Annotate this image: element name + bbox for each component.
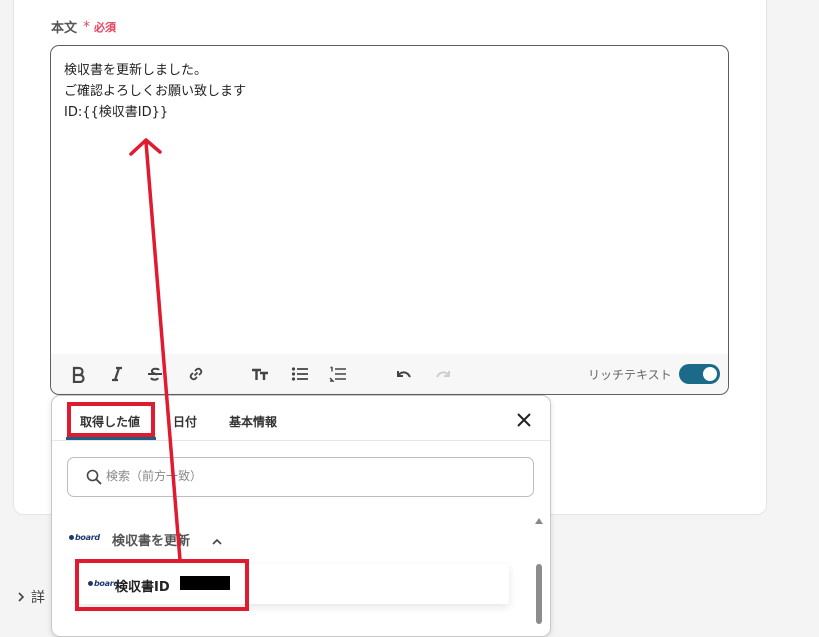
search-box [67, 457, 534, 497]
close-icon[interactable] [514, 410, 534, 430]
bullet-list-icon[interactable] [289, 363, 311, 385]
active-tab-indicator [66, 437, 156, 440]
tab-date[interactable]: 日付 [173, 413, 197, 430]
tab-basic-info[interactable]: 基本情報 [229, 413, 277, 430]
strikethrough-icon[interactable] [144, 363, 166, 385]
scrollbar[interactable] [534, 516, 544, 636]
toggle-knob [703, 367, 717, 381]
required-text: 必須 [94, 20, 117, 34]
link-icon[interactable] [185, 363, 207, 385]
chevron-up-icon[interactable] [211, 533, 223, 545]
field-label-text: 本文 [51, 21, 78, 36]
editor-line: ご確認よろしくお願い致します [64, 84, 247, 99]
details-toggle[interactable]: 詳 [15, 587, 45, 607]
details-label: 詳 [31, 590, 45, 606]
rich-text-toggle[interactable] [679, 364, 720, 384]
annotation-box-item [75, 559, 249, 611]
undo-icon[interactable] [393, 363, 415, 385]
chevron-right-icon [18, 592, 25, 602]
bold-icon[interactable] [67, 363, 89, 385]
board-logo: board [69, 533, 100, 542]
redo-icon[interactable] [432, 363, 454, 385]
body-field-label: 本文 * 必須 [51, 17, 117, 37]
annotation-box-tab [67, 402, 155, 437]
editor-line: ID:{{検収書ID}} [64, 105, 169, 120]
editor-toolbar: リッチテキスト [51, 354, 728, 394]
scroll-up-arrow-icon[interactable] [535, 518, 543, 524]
editor-content[interactable]: 検収書を更新しました。 ご確認よろしくお願い致します ID:{{検収書ID}} [64, 60, 246, 123]
rich-text-label: リッチテキスト [588, 368, 672, 382]
numbered-list-icon[interactable] [327, 363, 349, 385]
search-input[interactable] [106, 469, 506, 483]
required-asterisk: * [83, 18, 91, 35]
scroll-thumb[interactable] [536, 564, 542, 624]
group-label: 検収書を更新 [112, 534, 191, 549]
search-icon [86, 469, 102, 485]
group-header[interactable]: board 検収書を更新 [52, 522, 532, 558]
logo-text: board [75, 533, 100, 542]
editor-line: 検収書を更新しました。 [64, 63, 208, 78]
body-editor[interactable]: 検収書を更新しました。 ご確認よろしくお願い致します ID:{{検収書ID}} [50, 45, 729, 395]
italic-icon[interactable] [106, 363, 128, 385]
text-size-icon[interactable] [249, 363, 271, 385]
